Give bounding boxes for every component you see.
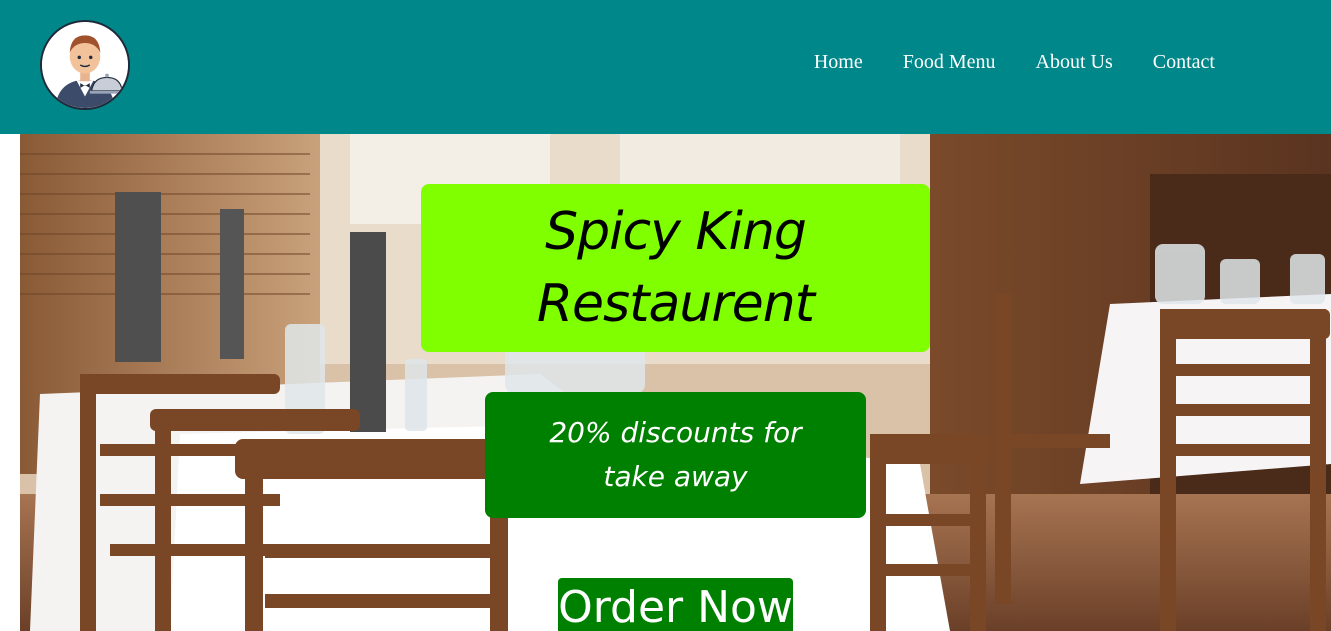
discount-banner: 20% discounts for take away [485,392,866,518]
restaurant-title-banner: Spicy King Restaurent [421,184,930,352]
nav-about-us[interactable]: About Us [1036,51,1113,73]
waiter-avatar-icon[interactable] [40,20,130,110]
hero-section: Spicy King Restaurent 20% discounts for … [20,134,1331,631]
site-header: Home Food Menu About Us Contact [0,0,1331,134]
order-now-button[interactable]: Order Now [558,578,793,631]
nav-home[interactable]: Home [814,51,863,73]
restaurant-title: Spicy King Restaurent [536,202,815,334]
discount-text: 20% discounts for take away [549,416,802,493]
main-nav: Home Food Menu About Us Contact [814,48,1215,76]
nav-food-menu[interactable]: Food Menu [903,51,996,73]
nav-contact[interactable]: Contact [1153,51,1215,73]
